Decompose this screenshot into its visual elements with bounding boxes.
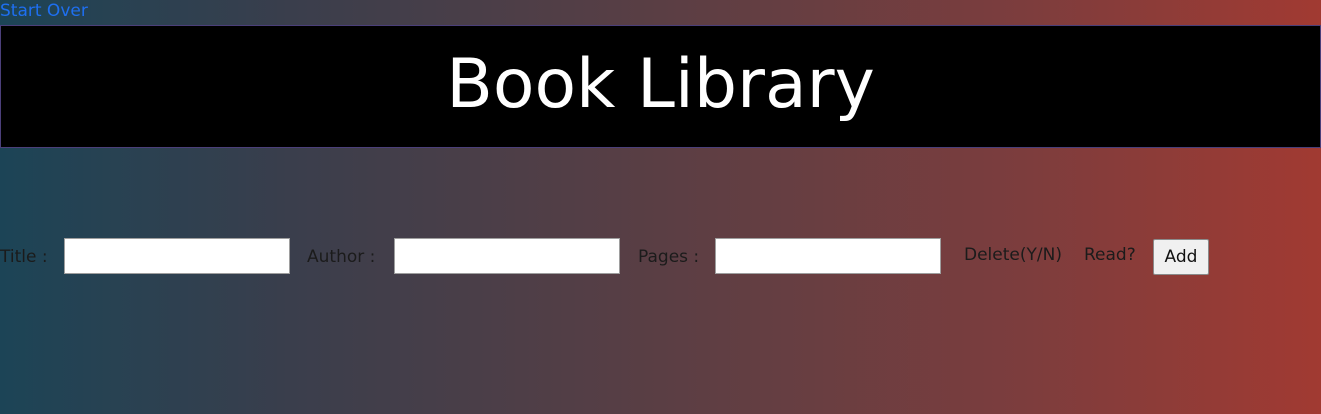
pages-label: Pages : (638, 247, 700, 267)
title-label: Title : (0, 247, 48, 267)
author-label: Author : (307, 247, 376, 267)
author-input[interactable] (394, 238, 620, 274)
page-title: Book Library (446, 44, 875, 124)
title-input[interactable] (64, 238, 290, 274)
header-banner: Book Library (0, 25, 1321, 148)
read-label: Read? (1084, 245, 1136, 265)
start-over-link[interactable]: Start Over (0, 0, 88, 22)
add-button[interactable]: Add (1153, 239, 1209, 275)
delete-label: Delete(Y/N) (964, 245, 1062, 265)
pages-input[interactable] (715, 238, 941, 274)
